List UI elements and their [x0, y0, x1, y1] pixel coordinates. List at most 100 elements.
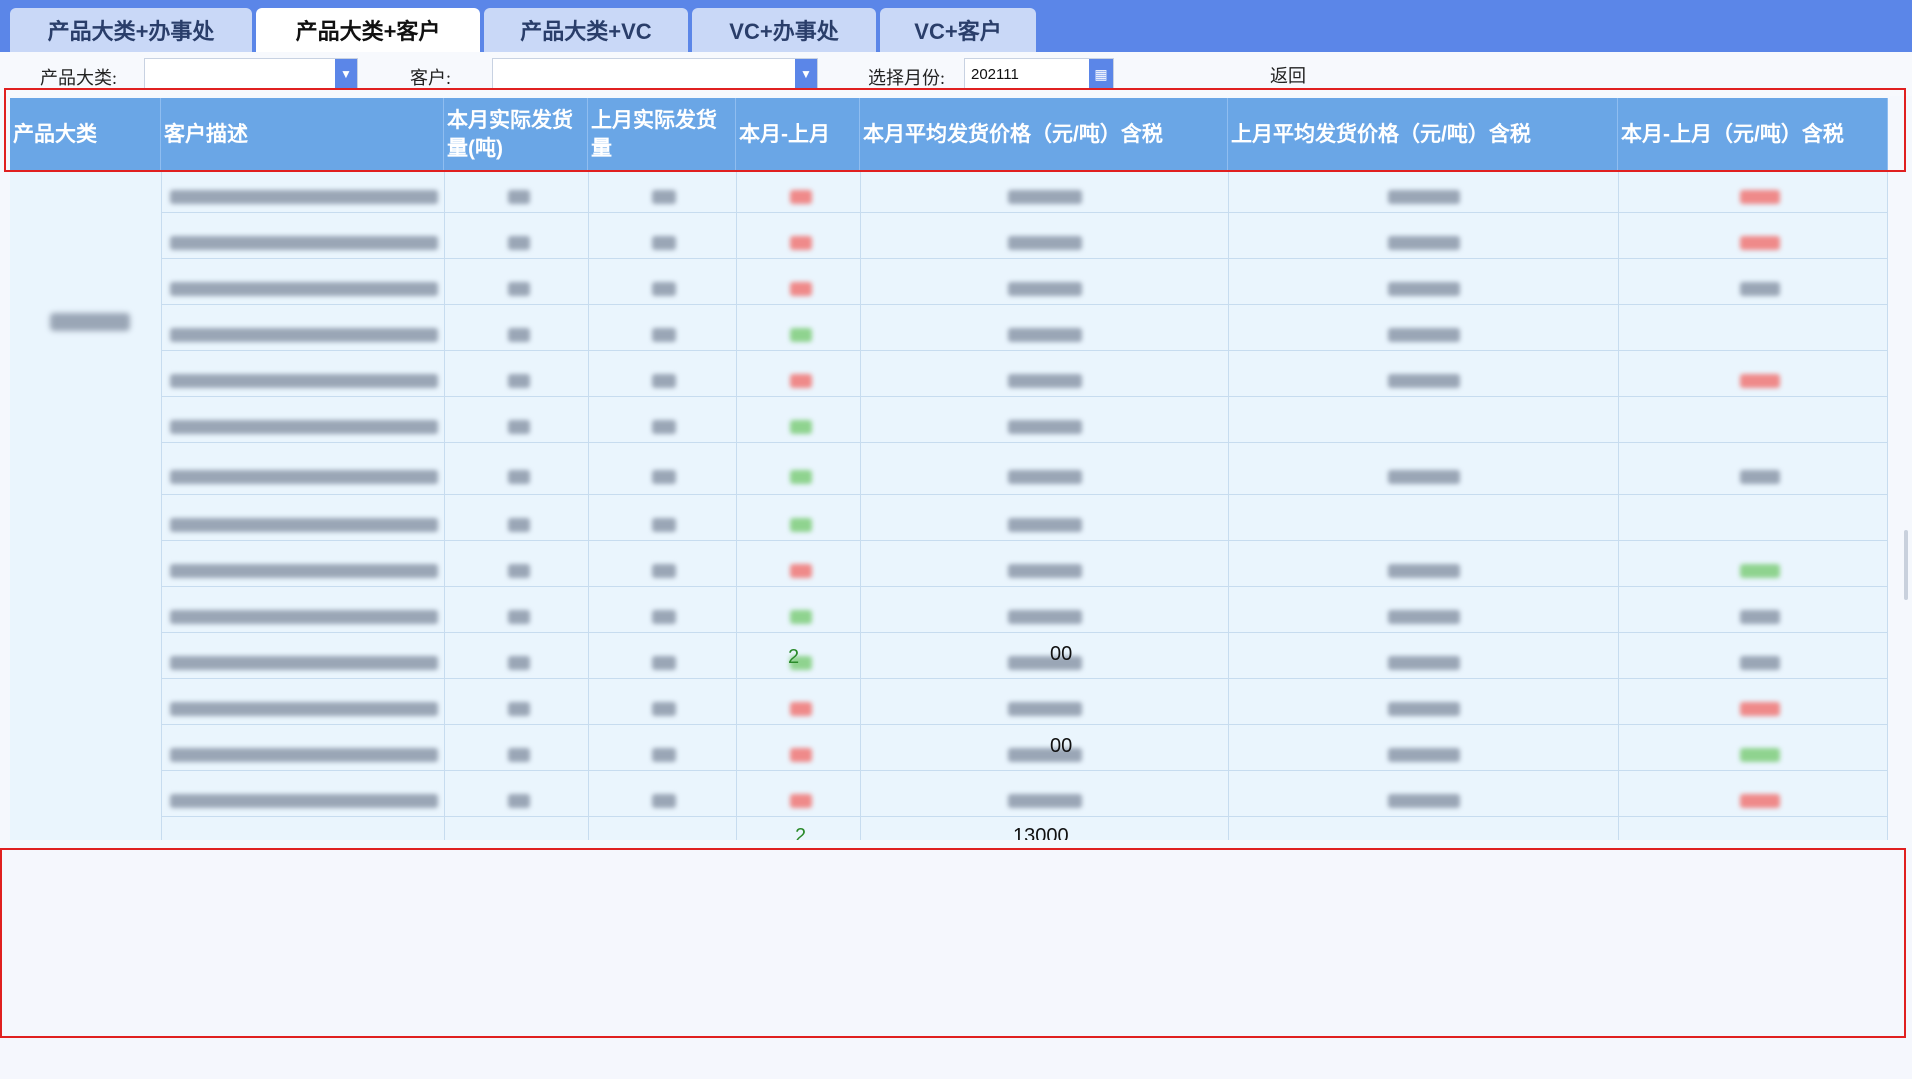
- obscured-cell: [652, 282, 676, 296]
- obscured-cell: [1008, 702, 1082, 716]
- obscured-cell: [652, 420, 676, 434]
- grid-line: [161, 304, 1888, 305]
- grid-line: [161, 770, 1888, 771]
- customer-label: 客户:: [410, 68, 452, 88]
- vertical-scrollbar[interactable]: [1904, 530, 1908, 600]
- obscured-cell: [508, 794, 530, 808]
- obscured-cell: [652, 794, 676, 808]
- grid-line: [1887, 172, 1888, 840]
- chevron-down-icon[interactable]: ▼: [795, 59, 817, 89]
- cell-qty-diff: 2: [788, 646, 800, 668]
- obscured-cell: [170, 190, 438, 204]
- obscured-cell: [652, 236, 676, 250]
- obscured-cell: [790, 328, 812, 342]
- obscured-cell: [1740, 374, 1780, 388]
- cell-this-month-price: 00: [1050, 735, 1073, 757]
- customer-select[interactable]: ▼: [492, 58, 818, 90]
- obscured-cell: [1008, 236, 1082, 250]
- obscured-cell: [1740, 656, 1780, 670]
- month-input[interactable]: 202111 ▦: [964, 58, 1114, 90]
- obscured-cell: [1388, 236, 1460, 250]
- obscured-cell: [1388, 702, 1460, 716]
- grid-line: [588, 172, 589, 840]
- category-select[interactable]: ▼: [144, 58, 358, 90]
- obscured-cell: [508, 656, 530, 670]
- obscured-cell: [508, 374, 530, 388]
- grid-line: [161, 442, 1888, 443]
- obscured-cell: [790, 282, 812, 296]
- obscured-cell: [1388, 328, 1460, 342]
- obscured-cell: [652, 702, 676, 716]
- obscured-cell: [790, 374, 812, 388]
- obscured-cell: [1740, 282, 1780, 296]
- obscured-cell: [170, 748, 438, 762]
- obscured-cell: [1740, 794, 1780, 808]
- obscured-cell: [652, 610, 676, 624]
- obscured-cell: [652, 190, 676, 204]
- grid-line: [161, 632, 1888, 633]
- obscured-cell: [790, 748, 812, 762]
- obscured-cell: [1388, 282, 1460, 296]
- obscured-cell: [1008, 420, 1082, 434]
- tab-category-office[interactable]: 产品大类+办事处: [10, 8, 252, 52]
- obscured-cell: [170, 702, 438, 716]
- highlight-box-header: [4, 88, 1906, 172]
- chevron-down-icon[interactable]: ▼: [335, 59, 357, 89]
- obscured-cell: [790, 236, 812, 250]
- obscured-cell: [170, 282, 438, 296]
- obscured-cell: [790, 190, 812, 204]
- tab-vc-office[interactable]: VC+办事处: [692, 8, 876, 52]
- tab-category-vc[interactable]: 产品大类+VC: [484, 8, 688, 52]
- obscured-cell: [1008, 374, 1082, 388]
- obscured-cell: [790, 794, 812, 808]
- obscured-cell: [1008, 470, 1082, 484]
- obscured-cell: [170, 420, 438, 434]
- grid-line: [1228, 172, 1229, 840]
- obscured-cell: [1388, 610, 1460, 624]
- obscured-cell: [790, 518, 812, 532]
- obscured-cell: [1008, 794, 1082, 808]
- grid-line: [860, 172, 861, 840]
- obscured-cell: [790, 564, 812, 578]
- obscured-cell: [1388, 564, 1460, 578]
- tab-category-customer[interactable]: 产品大类+客户: [256, 8, 480, 52]
- obscured-cell: [170, 328, 438, 342]
- grid-line: [161, 396, 1888, 397]
- obscured-cell: [1008, 282, 1082, 296]
- grid-line: [161, 172, 162, 840]
- obscured-cell: [508, 470, 530, 484]
- obscured-cell: [790, 702, 812, 716]
- obscured-cell: [1008, 610, 1082, 624]
- tab-vc-customer[interactable]: VC+客户: [880, 8, 1036, 52]
- obscured-cell: [170, 564, 438, 578]
- obscured-cell: [170, 794, 438, 808]
- obscured-cell: [790, 610, 812, 624]
- calendar-icon[interactable]: ▦: [1089, 59, 1113, 89]
- obscured-cell: [170, 374, 438, 388]
- obscured-cell: [1740, 236, 1780, 250]
- grid-line: [161, 678, 1888, 679]
- grid-line: [161, 212, 1888, 213]
- obscured-cell: [170, 470, 438, 484]
- obscured-cell: [508, 748, 530, 762]
- obscured-cell: [1008, 190, 1082, 204]
- obscured-cell: [652, 564, 676, 578]
- obscured-cell: [1740, 610, 1780, 624]
- obscured-cell: [1388, 374, 1460, 388]
- obscured-cell: [508, 610, 530, 624]
- grid-line: [161, 350, 1888, 351]
- obscured-cell: [508, 518, 530, 532]
- obscured-cell: [1740, 190, 1780, 204]
- grid-line: [161, 586, 1888, 587]
- category-label: 产品大类:: [40, 68, 118, 88]
- obscured-cell: [1008, 564, 1082, 578]
- grid-line: [161, 540, 1888, 541]
- grid-line: [736, 172, 737, 840]
- obscured-cell: [1008, 518, 1082, 532]
- obscured-cell: [170, 656, 438, 670]
- obscured-cell: [508, 236, 530, 250]
- back-button[interactable]: 返回: [1270, 62, 1306, 88]
- obscured-cell: [508, 702, 530, 716]
- obscured-cell: [1388, 748, 1460, 762]
- grid-line: [161, 816, 1888, 817]
